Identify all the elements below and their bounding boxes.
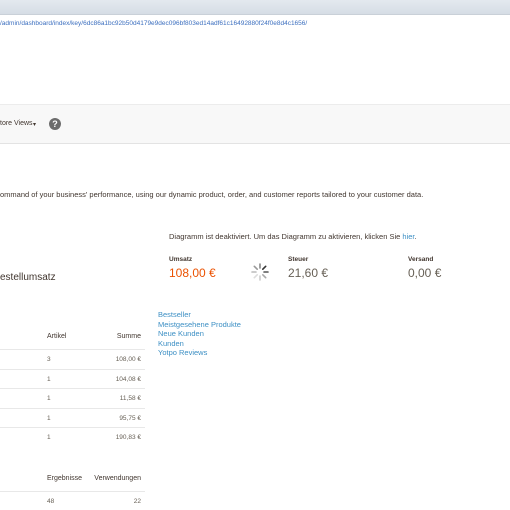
table-header: Artikel Summe xyxy=(0,333,145,349)
tab-yotpo-reviews[interactable]: Yotpo Reviews xyxy=(158,348,241,358)
tab-customers[interactable]: Kunden xyxy=(158,339,241,349)
total-cell: 108,00 € xyxy=(115,356,141,363)
table-row[interactable]: 48 22 xyxy=(0,491,145,510)
items-cell: 1 xyxy=(47,395,51,402)
revenue-value: 108,00 € xyxy=(169,266,216,280)
results-cell: 48 xyxy=(47,498,55,505)
shipping-total: Versand 0,00 € xyxy=(408,256,441,280)
column-header-items: Artikel xyxy=(47,333,67,340)
tax-total: Steuer 21,60 € xyxy=(288,256,328,280)
uses-cell: 22 xyxy=(133,498,141,505)
tax-label: Steuer xyxy=(288,256,309,263)
store-switcher-bar xyxy=(0,104,510,144)
revenue-label: Umsatz xyxy=(169,256,193,263)
total-cell: 95,75 € xyxy=(119,414,141,422)
help-icon[interactable]: ? xyxy=(49,118,61,130)
chart-message-period: . xyxy=(414,232,417,241)
browser-toolbar xyxy=(0,0,510,15)
tab-bestsellers[interactable]: Bestseller xyxy=(158,310,241,320)
chevron-down-icon[interactable]: ▾ xyxy=(33,121,36,128)
items-cell: 1 xyxy=(47,434,51,441)
last-orders-title: estellumsatz xyxy=(0,272,56,283)
last-orders-table: Artikel Summe 3 108,00 € 1 104,08 € 1 11… xyxy=(0,333,145,447)
last-search-terms-table: Ergebnisse Verwendungen 48 22 xyxy=(0,475,145,510)
column-header-uses: Verwendungen xyxy=(94,475,141,482)
total-cell: 104,08 € xyxy=(115,375,141,383)
shipping-value: 0,00 € xyxy=(408,266,442,280)
tab-new-customers[interactable]: Neue Kunden xyxy=(158,329,241,339)
dashboard-tabs: Bestseller Meistgesehene Produkte Neue K… xyxy=(158,310,241,358)
items-cell: 1 xyxy=(47,375,51,383)
table-row[interactable]: 1 11,58 € xyxy=(0,388,145,408)
table-row[interactable]: 1 190,83 € xyxy=(0,427,145,447)
table-header: Ergebnisse Verwendungen xyxy=(0,475,145,491)
store-view-switcher[interactable]: tore Views xyxy=(0,120,33,127)
total-cell: 190,83 € xyxy=(115,434,141,441)
dashboard-intro-text: ommand of your business' performance, us… xyxy=(0,190,424,199)
items-cell: 3 xyxy=(47,356,51,363)
enable-chart-link[interactable]: hier xyxy=(402,232,414,241)
column-header-results: Ergebnisse xyxy=(47,475,83,482)
page-url[interactable]: /admin/dashboard/index/key/6dc86a1bc92b5… xyxy=(0,20,307,27)
table-row[interactable]: 3 108,00 € xyxy=(0,349,145,369)
table-row[interactable]: 1 104,08 € xyxy=(0,368,145,389)
tab-most-viewed-products[interactable]: Meistgesehene Produkte xyxy=(158,320,241,330)
items-cell: 1 xyxy=(47,414,51,422)
column-header-total: Summe xyxy=(116,333,141,340)
table-row[interactable]: 1 95,75 € xyxy=(0,407,145,428)
chart-disabled-message: Diagramm ist deaktiviert. Um das Diagram… xyxy=(169,232,417,241)
loading-spinner-icon xyxy=(251,263,269,281)
chart-disabled-text: Diagramm ist deaktiviert. Um das Diagram… xyxy=(169,232,401,241)
total-cell: 11,58 € xyxy=(119,395,141,402)
tax-value: 21,60 € xyxy=(288,266,329,280)
shipping-label: Versand xyxy=(408,256,434,263)
revenue-total: Umsatz 108,00 € xyxy=(169,256,216,280)
